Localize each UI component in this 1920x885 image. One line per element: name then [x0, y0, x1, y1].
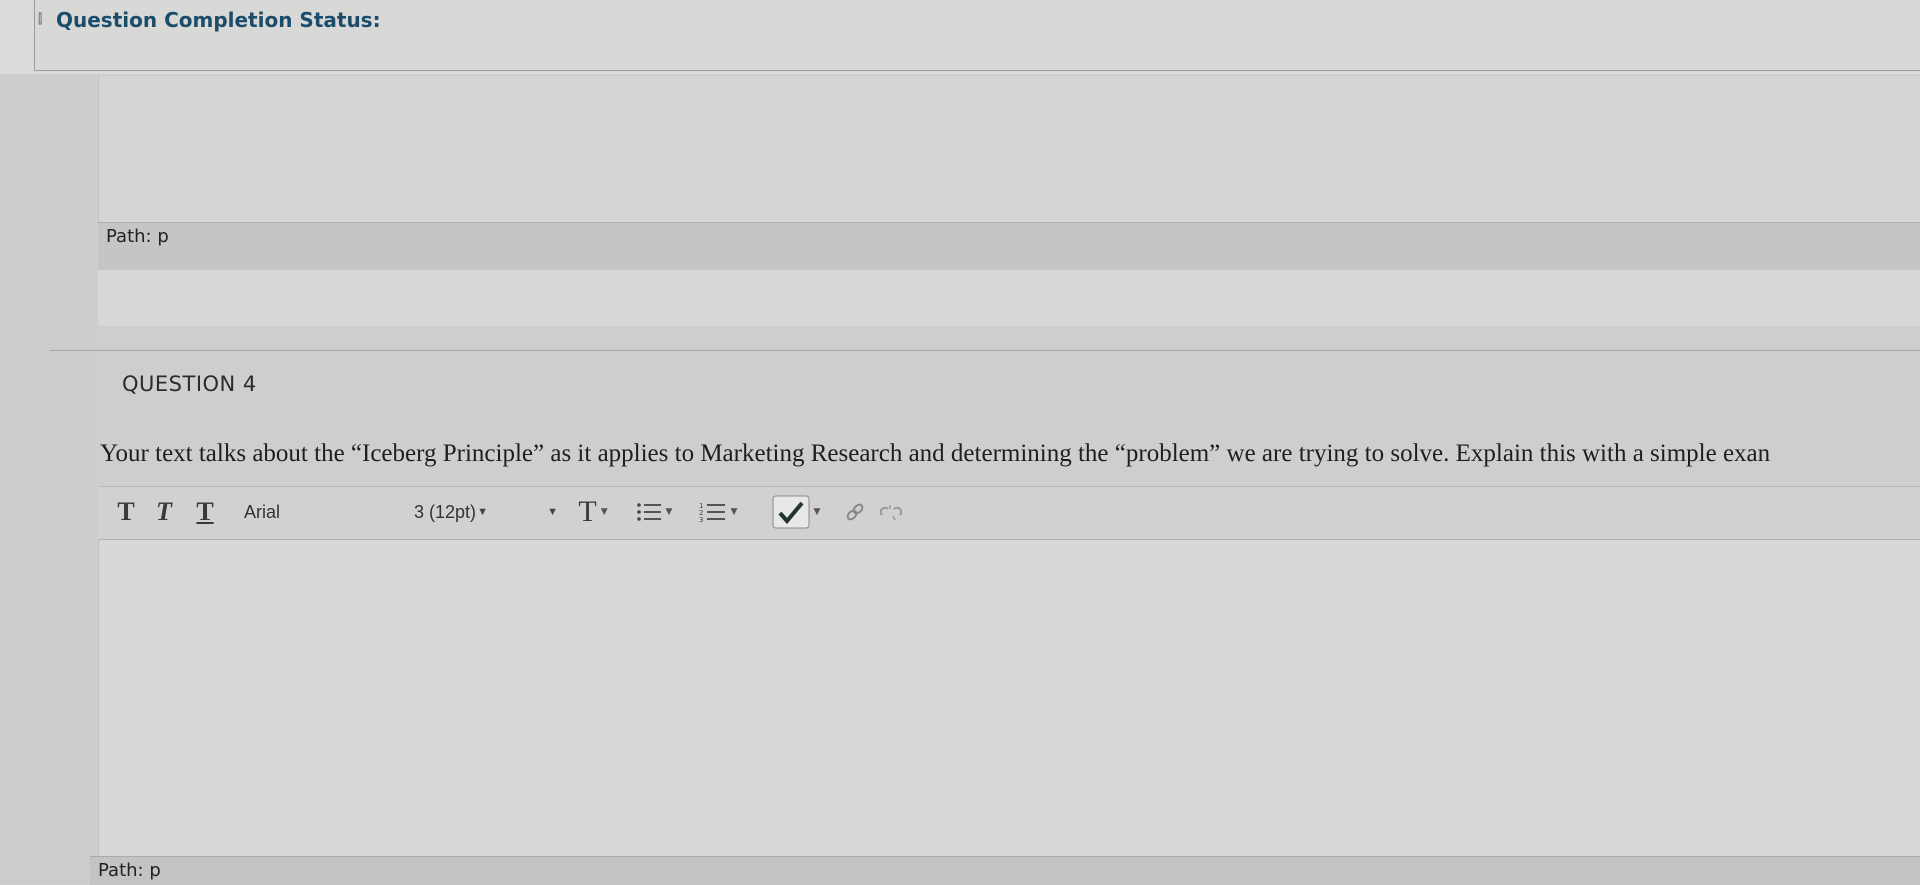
text-color-icon: T — [578, 495, 597, 528]
svg-text:3: 3 — [699, 516, 703, 523]
text-color-button[interactable]: T ▼ — [568, 495, 618, 529]
previous-answer-editor[interactable] — [98, 76, 1920, 226]
question-text: Your text talks about the “Iceberg Princ… — [100, 440, 1771, 467]
unlink-button[interactable] — [878, 495, 906, 529]
caret-icon: ▼ — [813, 507, 821, 517]
editor-toolbar: T T T Arial ▼ 3 (12pt) ▼ T ▼ ▼ 1 2 3 ▼ ▼ — [98, 486, 1920, 540]
font-size-value: 3 (12pt) — [414, 501, 477, 522]
caret-icon: ▼ — [600, 507, 608, 517]
bullet-list-button[interactable]: ▼ — [632, 495, 676, 529]
unlink-icon — [879, 505, 903, 521]
divider — [50, 350, 1920, 351]
question-heading: QUESTION 4 — [122, 372, 257, 396]
answer-editor[interactable] — [98, 540, 1920, 856]
question-completion-status[interactable]: Question Completion Status: — [56, 8, 381, 32]
link-icon — [846, 503, 864, 521]
bold-button[interactable]: T — [114, 495, 138, 529]
bullet-list-icon — [636, 503, 661, 521]
path-label: Path: p — [106, 226, 169, 247]
italic-button[interactable]: T — [152, 495, 176, 529]
italic-icon: T — [156, 497, 172, 526]
path-bar — [98, 222, 1920, 271]
caret-icon: ▼ — [665, 507, 673, 517]
underline-button[interactable]: T — [192, 495, 218, 529]
caret-icon: ▼ — [730, 507, 738, 517]
status-bar: ⫿ Question Completion Status: — [0, 0, 1920, 74]
path-label: Path: p — [98, 860, 161, 881]
path-bar — [90, 856, 1920, 885]
spellcheck-button[interactable]: ▼ — [768, 495, 824, 529]
link-button[interactable] — [842, 495, 868, 529]
dropdown-arrow-icon: ▼ — [547, 506, 558, 518]
numbered-list-button[interactable]: 1 2 3 ▼ — [694, 495, 742, 529]
font-size-select[interactable]: 3 (12pt) ▼ — [408, 497, 564, 527]
font-family-value: Arial — [244, 501, 281, 522]
spellcheck-icon — [772, 495, 810, 529]
chevron-down-icon[interactable]: ⫿ — [38, 12, 42, 27]
left-gutter — [0, 74, 96, 884]
numbered-list-icon: 1 2 3 — [699, 502, 725, 523]
bold-icon: T — [117, 497, 135, 526]
underline-icon: T — [196, 497, 214, 526]
editor-footer — [98, 270, 1920, 326]
